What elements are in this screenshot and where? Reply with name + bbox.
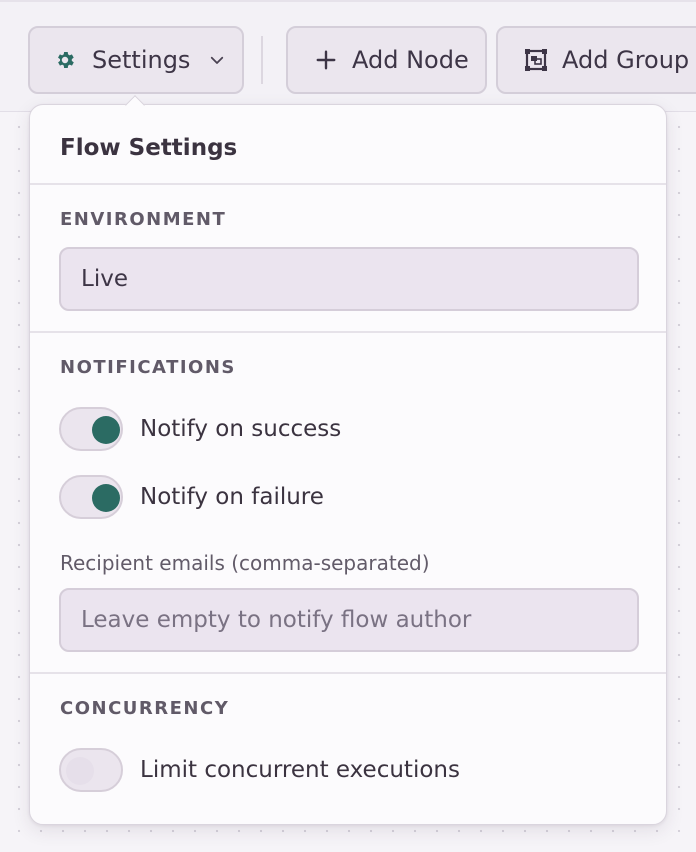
notifications-heading: NOTIFICATIONS: [60, 357, 236, 378]
toggle-knob: [66, 757, 94, 785]
notify-failure-toggle[interactable]: [59, 475, 123, 519]
toggle-knob: [92, 416, 120, 444]
notify-success-toggle[interactable]: [59, 407, 123, 451]
add-group-button[interactable]: Add Group: [496, 26, 696, 94]
notify-failure-label: Notify on failure: [140, 484, 324, 510]
flow-settings-panel: Flow Settings ENVIRONMENT Live NOTIFICAT…: [29, 104, 667, 825]
limit-concurrency-toggle[interactable]: [59, 748, 123, 792]
settings-label: Settings: [92, 46, 191, 74]
toolbar-divider: [261, 36, 263, 84]
notify-failure-row[interactable]: Notify on failure: [59, 474, 324, 520]
environment-heading: ENVIRONMENT: [60, 209, 227, 230]
gear-icon: [54, 47, 76, 73]
toolbar: Settings Add Node Add Group: [0, 0, 696, 112]
add-node-label: Add Node: [352, 46, 469, 74]
plus-icon: [314, 48, 338, 72]
divider: [30, 331, 666, 333]
recipients-label: Recipient emails (comma-separated): [60, 551, 430, 575]
group-icon: [522, 46, 550, 74]
concurrency-heading: CONCURRENCY: [60, 698, 230, 719]
toggle-knob: [92, 484, 120, 512]
notify-success-label: Notify on success: [140, 416, 342, 442]
panel-title: Flow Settings: [60, 135, 238, 161]
limit-concurrency-label: Limit concurrent executions: [140, 757, 460, 783]
environment-select[interactable]: Live: [59, 247, 639, 311]
notify-success-row[interactable]: Notify on success: [59, 406, 341, 452]
divider: [30, 672, 666, 674]
settings-button[interactable]: Settings: [28, 26, 244, 94]
add-node-button[interactable]: Add Node: [286, 26, 487, 94]
chevron-down-icon: [208, 50, 226, 70]
divider: [30, 183, 666, 185]
add-group-label: Add Group: [562, 46, 690, 74]
limit-concurrency-row[interactable]: Limit concurrent executions: [59, 747, 460, 793]
recipients-input[interactable]: Leave empty to notify flow author: [59, 588, 639, 652]
